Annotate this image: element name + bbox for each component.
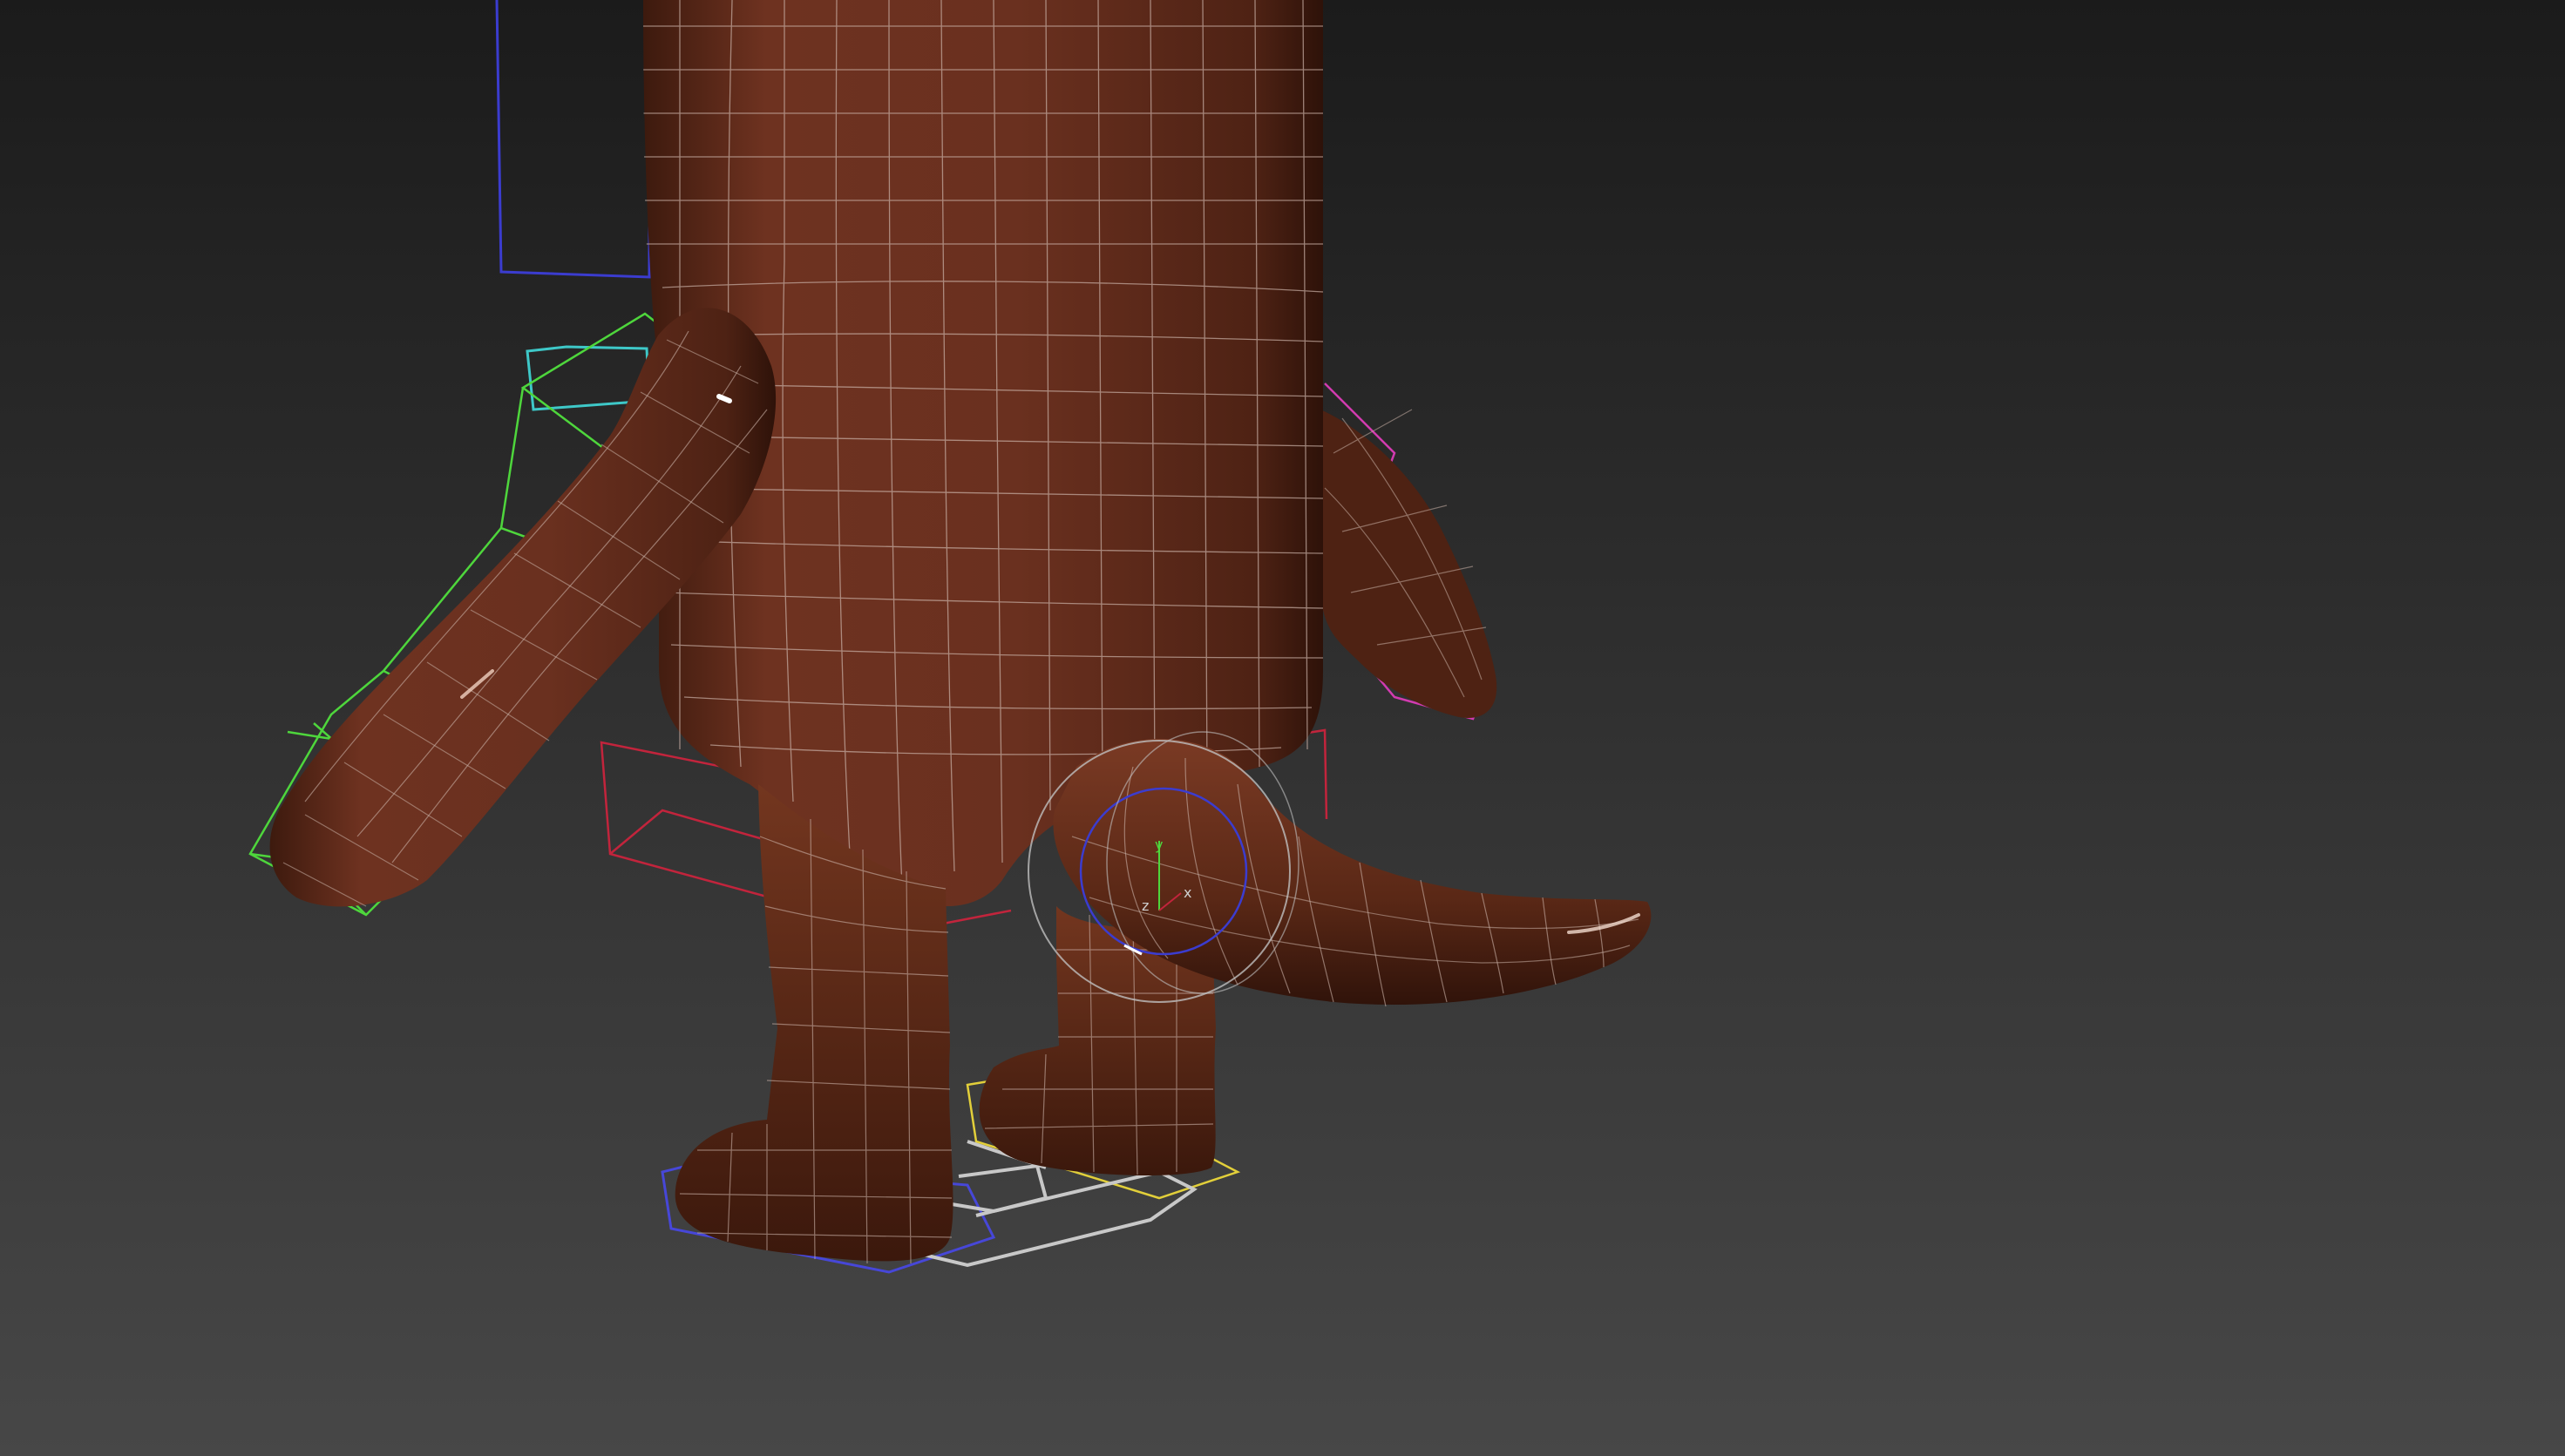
gizmo-axis-y-label: y	[1155, 836, 1163, 853]
gizmo-axis-x-label: x	[1184, 884, 1191, 901]
viewport-canvas[interactable]: y x z	[0, 0, 2565, 1456]
gizmo-axis-z-label: z	[1142, 897, 1149, 914]
3d-viewport[interactable]: y x z	[0, 0, 2565, 1456]
